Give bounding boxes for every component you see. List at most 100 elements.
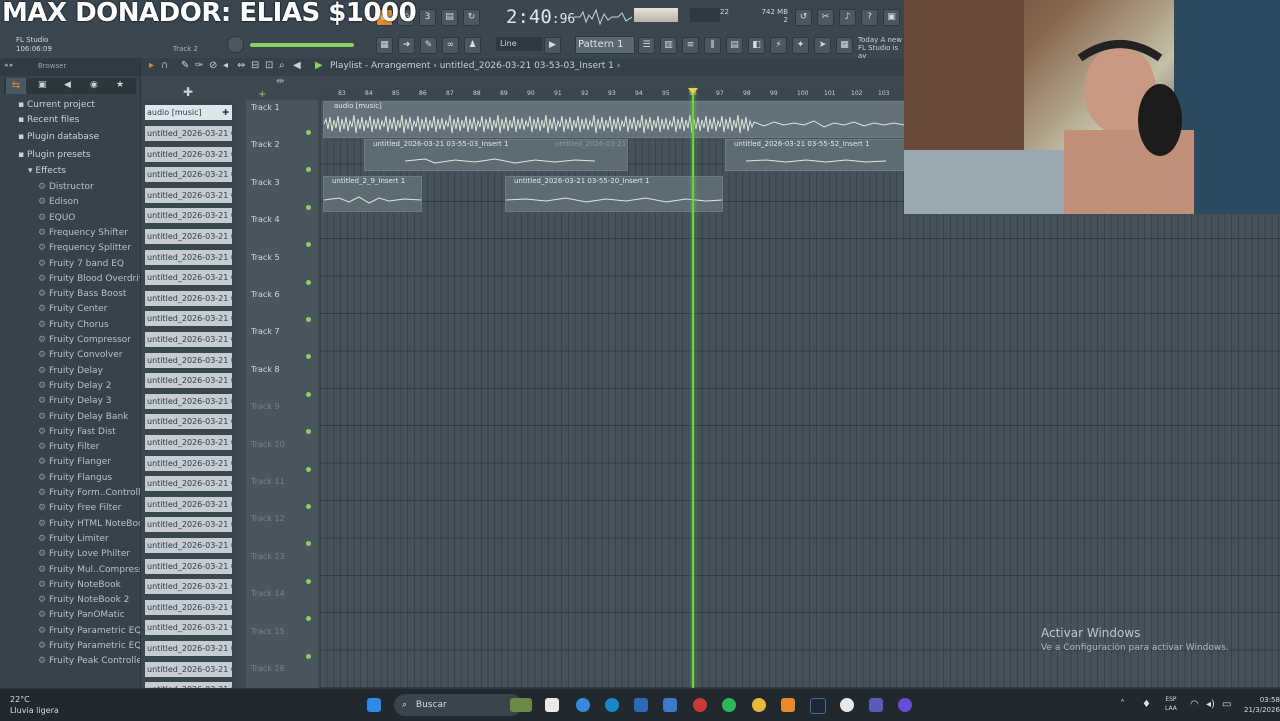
spotify-icon[interactable] bbox=[722, 698, 736, 712]
playback-tool-icon[interactable]: ◀ bbox=[293, 60, 301, 71]
clip-track3-insert1[interactable]: untitled_2_9_Insert 1 bbox=[323, 176, 422, 212]
channel-item[interactable]: untitled_2026-03-21 03- bbox=[145, 249, 232, 265]
channel-add-icon[interactable]: ✚ bbox=[183, 85, 193, 99]
select-tool-icon[interactable]: ⊡ bbox=[265, 60, 273, 71]
track-label[interactable]: Track 8 bbox=[251, 365, 280, 374]
browser-plugin-item[interactable]: ⚙ Fruity Delay 2 bbox=[38, 381, 111, 391]
clip-track2-insert1[interactable]: untitled_2026-03-21 03-55-03_Insert 1 un… bbox=[364, 139, 628, 171]
playlist-icon[interactable]: ☰ bbox=[638, 37, 655, 54]
track-label[interactable]: Track 5 bbox=[251, 253, 280, 262]
snap-select[interactable]: Line bbox=[496, 37, 542, 51]
network-icon[interactable]: ◠ bbox=[1190, 699, 1199, 710]
browser-plugin-item[interactable]: ⚙ Fruity Delay Bank bbox=[38, 412, 128, 422]
news-panel[interactable]: Today A new FL Studio is av bbox=[858, 36, 904, 60]
browser-plugin-item[interactable]: ⚙ Fruity Filter bbox=[38, 442, 99, 452]
browser-folder-effects[interactable]: ▾ Effects bbox=[28, 166, 66, 176]
arrow-icon[interactable]: ➜ bbox=[398, 37, 415, 54]
loop-record-icon[interactable]: ↻ bbox=[463, 9, 480, 26]
edge-icon[interactable] bbox=[605, 698, 619, 712]
channel-item[interactable]: untitled_2026-03-21 03- bbox=[145, 126, 232, 141]
microphone-icon[interactable]: ♪ bbox=[839, 9, 856, 26]
mail-icon[interactable] bbox=[663, 698, 677, 712]
browser-plugins-icon[interactable]: ◉ bbox=[90, 80, 98, 90]
brush-icon[interactable]: ✎ bbox=[420, 37, 437, 54]
channel-rack-icon[interactable]: ▥ bbox=[660, 37, 677, 54]
channel-item[interactable]: untitled_2026-03-21 03- bbox=[145, 641, 232, 656]
browser-folder-plugin-presets[interactable]: ▪ Plugin presets bbox=[18, 150, 91, 160]
clip-audio-music[interactable]: audio [music] bbox=[323, 101, 915, 138]
browser-plugin-item[interactable]: ⚙ Fruity Delay bbox=[38, 366, 103, 376]
browser-plugin-item[interactable]: ⚙ Fruity Convolver bbox=[38, 350, 122, 360]
track-mute-led[interactable] bbox=[306, 578, 311, 584]
track-mute-led[interactable] bbox=[306, 391, 311, 397]
system-clock[interactable]: 03:58 21/3/2026 bbox=[1244, 695, 1280, 715]
track-label[interactable]: Track 13 bbox=[251, 552, 285, 561]
add-track-icon[interactable]: + bbox=[258, 89, 266, 100]
track-label[interactable]: Track 14 bbox=[251, 589, 285, 598]
pattern-selector[interactable]: Pattern 1 bbox=[575, 36, 635, 54]
channel-item[interactable]: untitled_2026-03-21 03- bbox=[145, 167, 232, 183]
track-mute-led[interactable] bbox=[306, 354, 311, 360]
browser-plugin-item[interactable]: ⚙ Fruity Compressor bbox=[38, 335, 131, 345]
browser-plugin-item[interactable]: ⚙ Frequency Shifter bbox=[38, 228, 128, 238]
timeline-ruler[interactable]: 8384858687888990919293949596979899100101… bbox=[320, 88, 904, 100]
browser-plugin-item[interactable]: ⚙ Fruity Parametric EQ bbox=[38, 626, 140, 636]
typing-keyboard-icon[interactable]: ▤ bbox=[441, 9, 458, 26]
browser-plugin-item[interactable]: ⚙ Fruity Mul..Compressor bbox=[38, 565, 140, 575]
steam-icon[interactable] bbox=[810, 698, 826, 714]
windows-start-icon[interactable] bbox=[367, 698, 381, 712]
pattern-arrow-icon[interactable]: ▶ bbox=[315, 60, 323, 71]
piano-roll-icon[interactable]: ▦ bbox=[376, 37, 393, 54]
tray-chevron-icon[interactable]: ˄ bbox=[1120, 699, 1125, 710]
channel-item[interactable]: untitled_2026-03-21 03- bbox=[145, 332, 232, 347]
draw-tool-icon[interactable]: ✎ bbox=[181, 60, 189, 71]
playhead[interactable] bbox=[692, 88, 694, 688]
track-label[interactable]: Track 2 bbox=[251, 140, 280, 149]
track-label[interactable]: Track 9 bbox=[251, 402, 280, 411]
browser-plugin-item[interactable]: ⚙ Edison bbox=[38, 197, 79, 207]
browser-current-icon[interactable]: ▣ bbox=[38, 80, 47, 90]
help-icon[interactable]: ? bbox=[861, 9, 878, 26]
track-mute-led[interactable] bbox=[306, 242, 311, 248]
browser-folder-plugin-database[interactable]: ▪ Plugin database bbox=[18, 132, 99, 142]
weather-widget[interactable]: 22°C Lluvia ligera bbox=[10, 694, 59, 716]
channel-item[interactable]: untitled_2026-03-21 03- bbox=[145, 496, 232, 512]
browser-icon[interactable]: ▤ bbox=[726, 37, 743, 54]
track-label[interactable]: Track 6 bbox=[251, 290, 280, 299]
track-mute-led[interactable] bbox=[306, 317, 311, 322]
track-label[interactable]: Track 7 bbox=[251, 327, 280, 336]
track-mute-led[interactable] bbox=[306, 279, 311, 285]
tray-app-icon[interactable]: ♦ bbox=[1142, 699, 1151, 710]
browser-plugin-item[interactable]: ⚙ Fruity Fast Dist bbox=[38, 427, 116, 437]
obs-icon[interactable] bbox=[840, 698, 854, 712]
channel-item[interactable]: untitled_2026-03-21 03- bbox=[145, 579, 232, 595]
delete-tool-icon[interactable]: ⊘ bbox=[209, 60, 217, 71]
track-mute-led[interactable] bbox=[306, 504, 311, 509]
track-mute-led[interactable] bbox=[306, 653, 311, 659]
channel-add-icon[interactable]: ✚ bbox=[222, 105, 229, 120]
track-label[interactable]: Track 12 bbox=[251, 514, 285, 523]
track-mute-led[interactable] bbox=[306, 130, 311, 135]
browser-folder-recent-files[interactable]: ▪ Recent files bbox=[18, 115, 79, 125]
browser-plugin-item[interactable]: ⚙ Fruity Delay 3 bbox=[38, 396, 111, 406]
browser-plugin-item[interactable]: ⚙ Fruity Free Filter bbox=[38, 503, 121, 513]
paint-tool-icon[interactable]: ✑ bbox=[195, 60, 203, 71]
channel-item[interactable]: untitled_2026-03-21 03- bbox=[145, 476, 232, 492]
cut-icon[interactable]: ✂ bbox=[817, 9, 834, 26]
channel-item[interactable]: untitled_2026-03-21 03- bbox=[145, 538, 232, 553]
task-view-icon[interactable] bbox=[545, 698, 559, 712]
channel-item[interactable]: untitled_2026-03-21 03- bbox=[145, 311, 232, 327]
browser-plugin-item[interactable]: ⚙ Fruity PanOMatic bbox=[38, 610, 125, 620]
channel-item[interactable]: untitled_2026-03-21 03- bbox=[145, 229, 232, 244]
fl-studio-icon[interactable] bbox=[781, 698, 795, 712]
mute-tool-icon[interactable]: ◂ bbox=[223, 60, 228, 71]
channel-item[interactable]: untitled_2026-03-21 03- bbox=[145, 373, 232, 389]
scroll-arrows-icon[interactable]: ⇹ bbox=[276, 76, 284, 87]
slice-tool-icon[interactable]: ⊟ bbox=[251, 60, 259, 71]
channel-item[interactable]: untitled_2026-03-21 03- bbox=[145, 270, 232, 286]
widgets-icon[interactable] bbox=[510, 698, 532, 712]
browser-all-icon[interactable]: ⇆ bbox=[6, 78, 26, 94]
channel-item[interactable]: untitled_2026-03-21 03- bbox=[145, 208, 232, 224]
copilot-icon[interactable] bbox=[576, 698, 590, 712]
track-mute-led[interactable] bbox=[306, 541, 311, 547]
